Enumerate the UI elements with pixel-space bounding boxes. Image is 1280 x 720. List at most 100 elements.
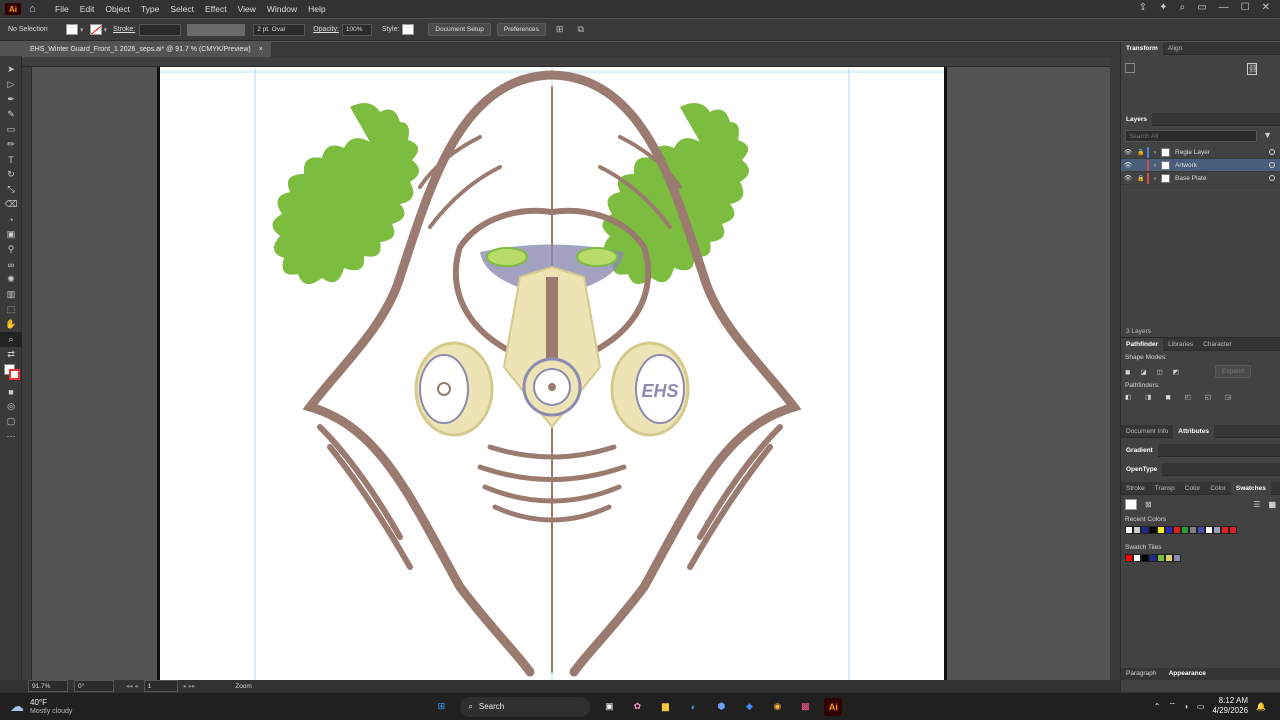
tab-color[interactable]: Color [1180,485,1206,492]
column-graph-tool-icon[interactable]: ▥ [0,287,22,302]
tab-align[interactable]: Align [1163,45,1187,52]
direct-selection-tool-icon[interactable]: ▷ [0,77,22,92]
zoom-tool-icon[interactable]: ⌕ [0,332,22,347]
draw-mode-icon[interactable]: ◎ [0,399,22,414]
weather-widget[interactable]: 40°F Mostly cloudy [30,698,72,716]
menu-edit[interactable]: Edit [80,4,95,14]
swatch[interactable] [1125,526,1133,534]
scale-tool-icon[interactable]: ⤡ [0,182,22,197]
weather-icon[interactable]: ☁ [10,698,24,715]
gradient-tool-icon[interactable]: ▣ [0,227,22,242]
artboard-next-icon[interactable]: ▸ ▸▸ [184,682,196,690]
tray-chevron-icon[interactable]: ⌃ [1154,702,1161,711]
store-icon[interactable]: ⬢ [712,698,730,716]
artboard[interactable]: EHS [157,67,947,680]
swatch[interactable] [1157,526,1165,534]
artboard-nav-icon[interactable]: ◂◂ ◂ [126,682,138,690]
tab-transform[interactable]: Transform [1121,41,1163,55]
paintbrush-tool-icon[interactable]: ✏ [0,137,22,152]
menu-help[interactable]: Help [308,4,325,14]
rotation-field[interactable]: 0° [74,680,114,692]
fill-stroke-icon[interactable] [1125,499,1137,510]
workspace-icon[interactable]: ▭ [1197,2,1206,13]
menu-object[interactable]: Object [105,4,130,14]
rectangle-tool-icon[interactable]: ▭ [0,122,22,137]
swatch[interactable] [1205,526,1213,534]
tab-libraries[interactable]: Libraries [1163,341,1198,348]
list-view-icon[interactable]: ☰ [1253,500,1260,509]
tab-opentype[interactable]: OpenType [1121,462,1163,476]
symbol-sprayer-tool-icon[interactable]: ✺ [0,272,22,287]
swatch[interactable] [1157,554,1165,562]
swatch[interactable] [1141,554,1149,562]
layer-row[interactable]: 👁 › Artwork [1121,159,1280,172]
swatch[interactable] [1173,526,1181,534]
unite-icon[interactable]: ◼ [1125,368,1130,376]
minus-back-icon[interactable]: ◲ [1225,393,1231,401]
lock-icon[interactable]: 🔒 [1135,175,1147,182]
outline-icon[interactable]: ◱ [1205,393,1211,401]
exclude-icon[interactable]: ◩ [1173,368,1179,376]
visibility-icon[interactable]: 👁 [1121,174,1135,182]
tab-pathfinder[interactable]: Pathfinder [1121,337,1164,351]
chrome-icon[interactable]: ◉ [768,698,786,716]
minus-front-icon[interactable]: ◪ [1140,368,1146,376]
swatch[interactable] [1173,554,1181,562]
expand-button[interactable]: Expand [1214,365,1251,378]
visibility-icon[interactable]: 👁 [1121,161,1135,169]
stroke-swatch[interactable] [89,24,102,35]
style-swatch[interactable] [402,24,415,35]
artboard-field[interactable]: 1 [143,680,178,692]
tab-paragraph[interactable]: Paragraph [1121,670,1161,677]
swatch[interactable] [1149,526,1157,534]
trim-icon[interactable]: ◨ [1145,393,1151,401]
reference-point-icon[interactable] [1125,63,1135,73]
close-icon[interactable]: ✕ [1262,2,1270,13]
illustrator-taskbar-icon[interactable]: Ai [824,697,843,716]
tab-stroke[interactable]: Stroke [1121,485,1150,492]
variable-width-profile[interactable] [187,23,246,36]
swatch[interactable] [1197,526,1205,534]
tab-appearance[interactable]: Appearance [1164,670,1211,677]
home-icon[interactable]: ⌂ [29,3,41,15]
fill-swatch[interactable] [66,24,78,35]
export-icon[interactable]: ⧉ [577,24,583,35]
taskbar-search[interactable]: ⌕ Search [460,696,591,717]
selection-tool-icon[interactable]: ➤ [0,62,22,77]
curvature-tool-icon[interactable]: ✎ [0,107,22,122]
wifi-icon[interactable]: ⌔ [1169,701,1177,711]
crop-icon[interactable]: ◰ [1185,393,1191,401]
menu-view[interactable]: View [238,4,256,14]
color-mode-icon[interactable]: ■ [0,384,22,399]
hand-tool-icon[interactable]: ✋ [0,317,22,332]
brush-definition[interactable]: 2 pt. Oval [253,23,306,36]
vertical-scrollbar[interactable] [1110,57,1120,680]
expand-arrow-icon[interactable]: › [1149,149,1161,156]
tab-swatches[interactable]: Swatches [1230,481,1271,495]
file-explorer-icon[interactable]: ▆ [656,698,674,716]
stroke-weight-field[interactable] [139,23,182,36]
filter-icon[interactable]: ▼ [1263,130,1272,140]
horizontal-ruler[interactable] [22,57,1112,67]
expand-arrow-icon[interactable]: › [1149,175,1161,182]
pen-tool-icon[interactable]: ✒ [0,92,22,107]
edge-icon[interactable]: ◐ [684,698,702,716]
rotate-tool-icon[interactable]: ↻ [0,167,22,182]
stroke-color-icon[interactable] [9,369,20,380]
expand-arrow-icon[interactable]: › [1149,162,1161,169]
menu-file[interactable]: File [55,4,69,14]
winter-guard-artwork[interactable]: EHS [160,67,944,680]
swatch[interactable] [1133,554,1141,562]
swatch[interactable] [1213,526,1221,534]
menu-effect[interactable]: Effect [205,4,227,14]
fill-stroke-widget[interactable] [0,362,21,384]
layer-row[interactable]: 👁 🔒 › Regie Layer [1121,146,1280,159]
opacity-label[interactable]: Opacity: [313,26,339,33]
eraser-tool-icon[interactable]: ⌫ [0,197,22,212]
swatch[interactable] [1165,554,1173,562]
visibility-icon[interactable]: 👁 [1121,148,1135,156]
swatch[interactable] [1165,526,1173,534]
start-icon[interactable]: ⊞ [432,698,450,716]
plugins-icon[interactable]: ✦ [1159,2,1167,13]
swatch[interactable] [1149,554,1157,562]
